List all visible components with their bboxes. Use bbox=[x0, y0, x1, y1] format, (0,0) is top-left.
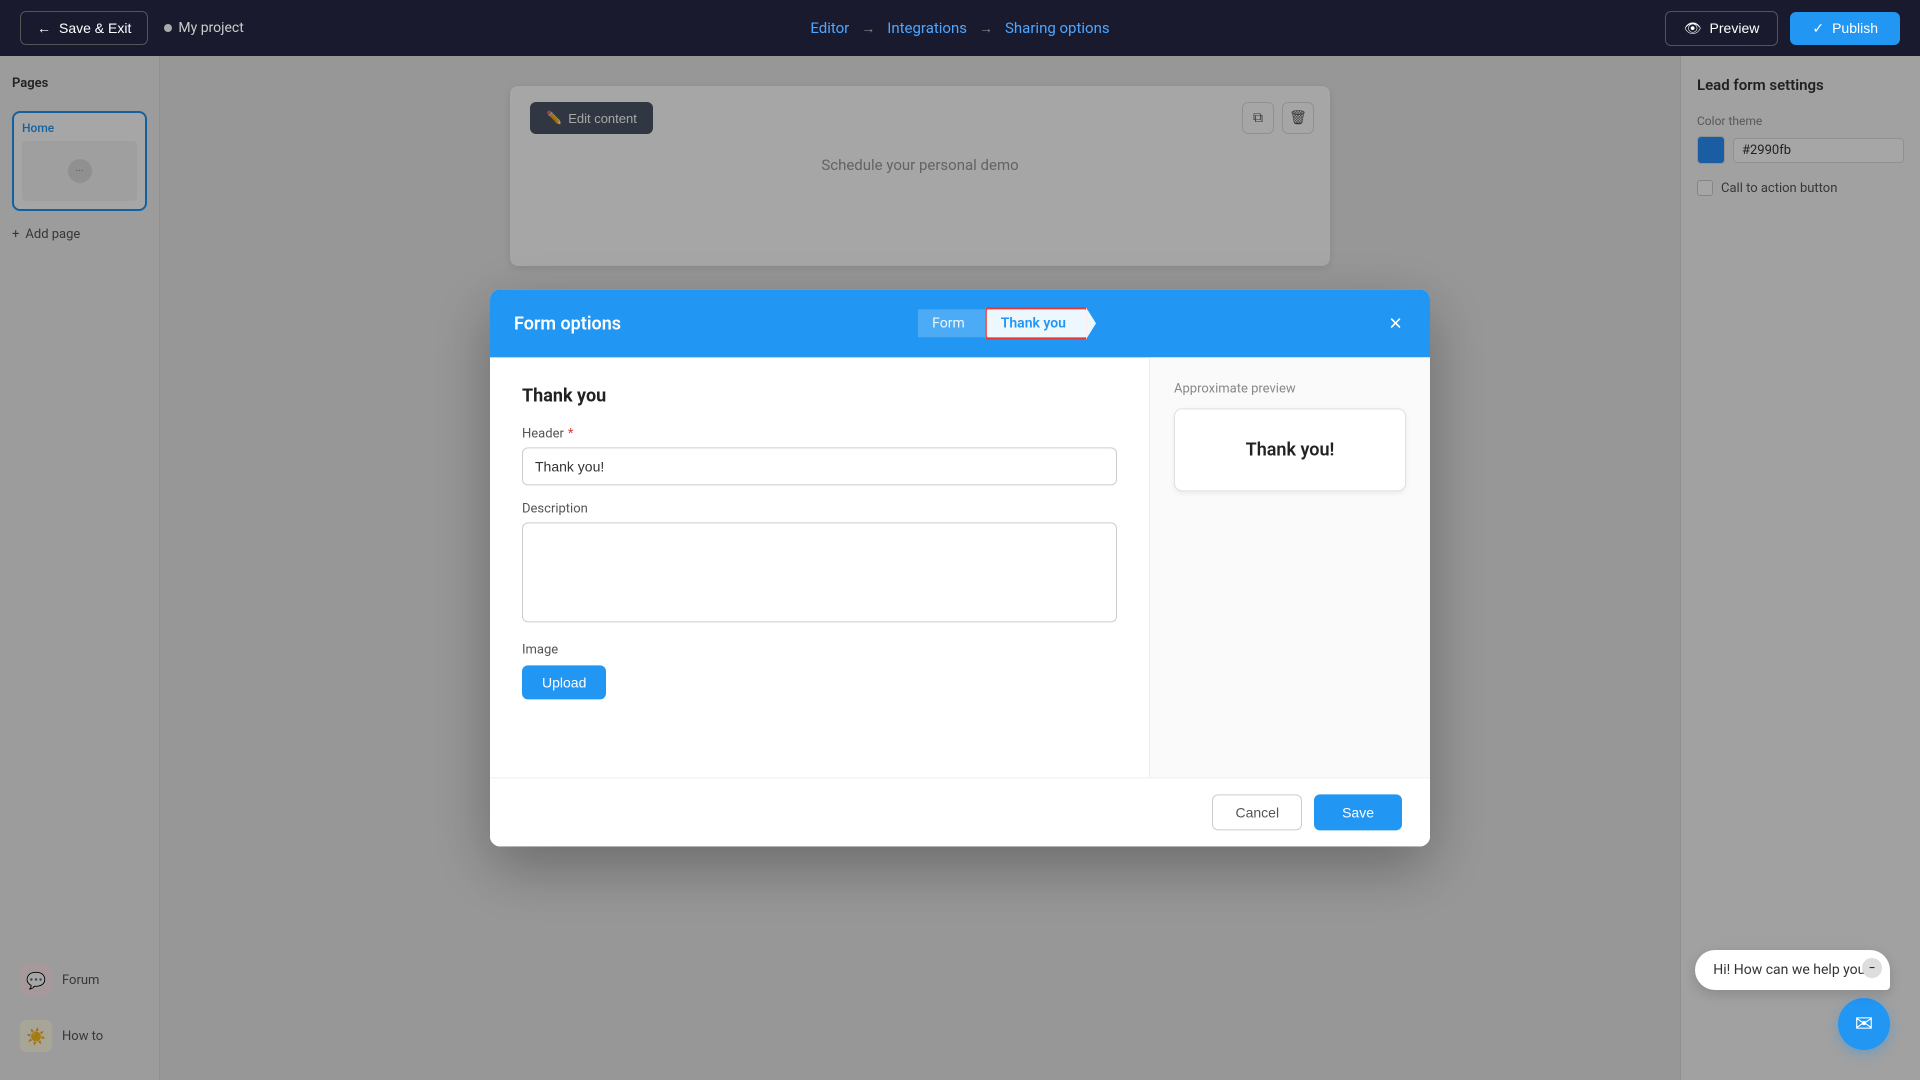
arrow-left-icon: ← bbox=[37, 20, 51, 36]
project-name-text: My project bbox=[178, 20, 243, 36]
step-arrow-1: → bbox=[861, 20, 875, 37]
description-textarea[interactable] bbox=[522, 522, 1117, 622]
navbar: ← Save & Exit My project Editor → Integr… bbox=[0, 0, 1920, 56]
step-editor[interactable]: Editor bbox=[810, 19, 849, 37]
modal-close-button[interactable]: × bbox=[1385, 308, 1406, 338]
cancel-button[interactable]: Cancel bbox=[1212, 794, 1302, 830]
modal-footer: Cancel Save bbox=[490, 777, 1430, 846]
tab-thank-you[interactable]: Thank you bbox=[985, 307, 1088, 339]
header-label-text: Header bbox=[522, 426, 564, 441]
step-sharing[interactable]: Sharing options bbox=[1005, 19, 1110, 37]
navbar-left: ← Save & Exit My project bbox=[20, 11, 244, 45]
eye-icon: 👁 bbox=[1684, 20, 1702, 37]
publish-label: Publish bbox=[1832, 20, 1878, 36]
step-arrow-2: → bbox=[979, 20, 993, 37]
save-button[interactable]: Save bbox=[1314, 794, 1402, 830]
description-field-label: Description bbox=[522, 501, 1117, 516]
modal-body: Thank you Header * Description Image Upl… bbox=[490, 357, 1430, 777]
upload-button[interactable]: Upload bbox=[522, 665, 606, 699]
modal-form-section: Thank you Header * Description Image Upl… bbox=[490, 357, 1150, 777]
image-label: Image bbox=[522, 642, 1117, 657]
save-exit-button[interactable]: ← Save & Exit bbox=[20, 11, 148, 45]
save-exit-label: Save & Exit bbox=[59, 20, 131, 36]
preview-box: Thank you! bbox=[1174, 408, 1406, 491]
header-required-star: * bbox=[568, 426, 574, 441]
chat-bubble: Hi! How can we help you? bbox=[1695, 950, 1890, 990]
project-name: My project bbox=[164, 20, 243, 36]
publish-button[interactable]: ✓ Publish bbox=[1790, 12, 1900, 45]
chat-messenger-icon: ✉ bbox=[1855, 1012, 1873, 1037]
header-input[interactable] bbox=[522, 447, 1117, 485]
chat-minimize-button[interactable]: − bbox=[1862, 958, 1882, 978]
tab-form[interactable]: Form bbox=[918, 309, 985, 337]
chat-bubble-container: Hi! How can we help you? − bbox=[1695, 950, 1890, 990]
preview-label: Preview bbox=[1710, 20, 1760, 36]
modal-preview-section: Approximate preview Thank you! bbox=[1150, 357, 1430, 777]
header-field-label: Header * bbox=[522, 426, 1117, 441]
navbar-steps: Editor → Integrations → Sharing options bbox=[810, 19, 1109, 37]
modal-tabs: Form Thank you bbox=[918, 307, 1088, 339]
preview-text: Thank you! bbox=[1195, 439, 1385, 460]
preview-button[interactable]: 👁 Preview bbox=[1665, 11, 1779, 46]
status-dot bbox=[164, 24, 172, 32]
tab-thank-you-label: Thank you bbox=[1001, 315, 1066, 331]
form-options-modal: Form options Form Thank you × Thank you … bbox=[490, 289, 1430, 846]
preview-label: Approximate preview bbox=[1174, 381, 1406, 396]
tab-form-label: Form bbox=[932, 315, 965, 331]
description-label-text: Description bbox=[522, 501, 588, 516]
chat-bubble-text: Hi! How can we help you? bbox=[1713, 962, 1872, 978]
navbar-right: 👁 Preview ✓ Publish bbox=[1665, 11, 1900, 46]
step-integrations[interactable]: Integrations bbox=[887, 19, 967, 37]
modal-title: Form options bbox=[514, 313, 621, 334]
chat-widget: Hi! How can we help you? − ✉ bbox=[1695, 950, 1890, 1050]
modal-header: Form options Form Thank you × bbox=[490, 289, 1430, 357]
check-icon: ✓ bbox=[1812, 20, 1824, 37]
form-section-title: Thank you bbox=[522, 385, 1117, 406]
chat-open-button[interactable]: ✉ bbox=[1838, 998, 1890, 1050]
